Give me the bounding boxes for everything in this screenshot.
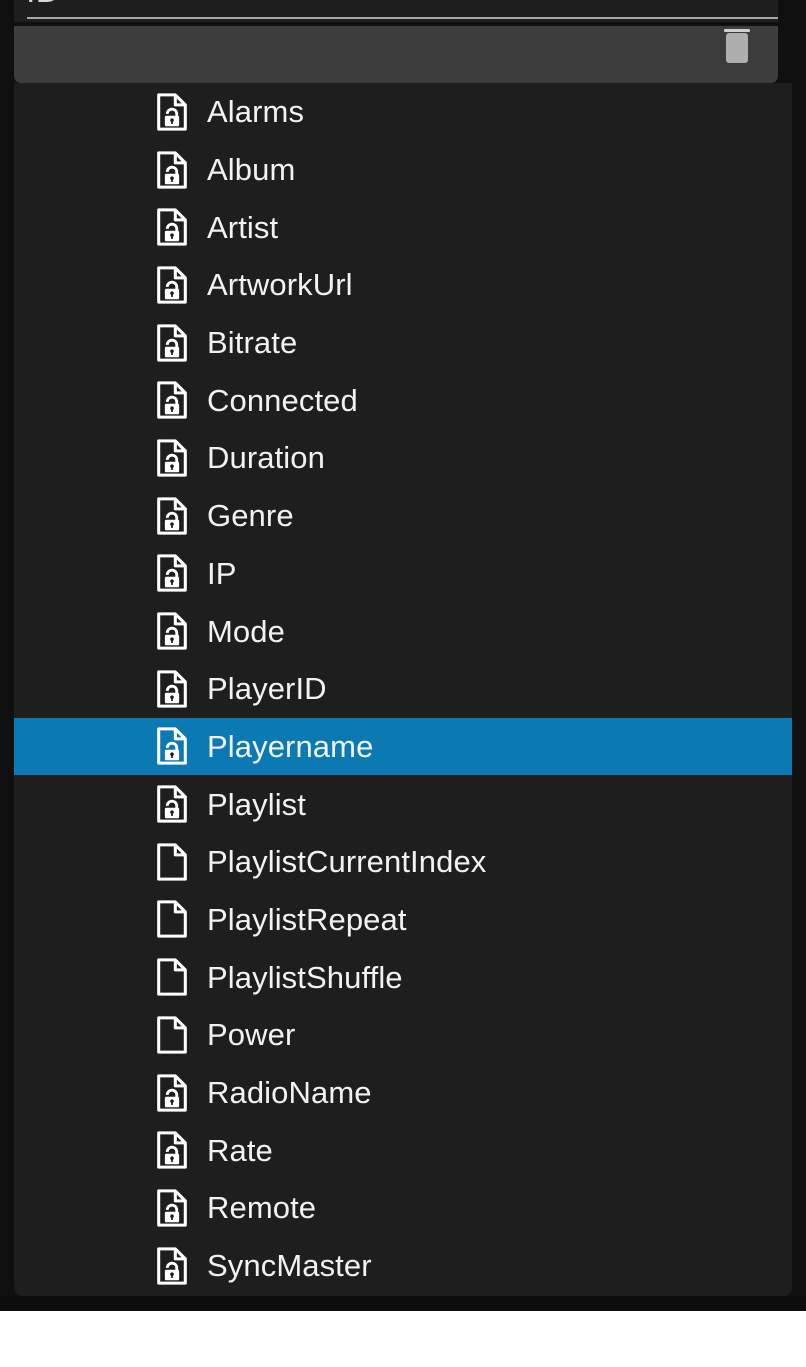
list-item[interactable]: ArtworkUrl	[14, 256, 792, 314]
list-item-label: PlaylistShuffle	[207, 959, 403, 995]
list-item-label: Playername	[207, 728, 374, 764]
list-item-label: Bitrate	[207, 325, 298, 361]
document-icon	[157, 843, 187, 881]
document-lock-icon	[157, 727, 187, 766]
document-icon	[157, 900, 187, 939]
list-item-label: Album	[207, 152, 296, 188]
bottom-dark-strip	[0, 1296, 806, 1311]
list-item[interactable]: SyncMaster	[14, 1237, 792, 1295]
document-lock-icon	[157, 208, 187, 246]
document-lock-icon	[157, 1246, 187, 1285]
attribute-list[interactable]: Alarms Album Artist ArtworkUrl Bitrate Connec…	[14, 83, 792, 1296]
list-item[interactable]: Playername	[14, 717, 792, 776]
document-lock-icon	[157, 1189, 187, 1227]
document-lock-icon	[157, 93, 187, 131]
list-item-label: ArtworkUrl	[207, 267, 353, 303]
vertical-scrollbar[interactable]	[724, 29, 750, 63]
list-item[interactable]: Alarms	[14, 83, 792, 141]
list-item-label: Artist	[207, 209, 279, 245]
list-item-label: Power	[207, 1017, 296, 1053]
list-item-label: Alarms	[207, 94, 305, 130]
list-item[interactable]: Remote	[14, 1179, 792, 1237]
list-item-label: PlaylistCurrentIndex	[207, 844, 487, 880]
document-lock-icon	[157, 612, 187, 650]
list-item-label: Mode	[207, 613, 285, 649]
list-item-label: PlayerID	[207, 671, 327, 707]
document-icon	[157, 1016, 187, 1054]
attribute-list-panel: Alarms Album Artist ArtworkUrl Bitrate Connec…	[14, 83, 792, 1296]
document-icon	[157, 958, 187, 996]
list-item-label: Remote	[207, 1190, 317, 1226]
list-item-label: IP	[207, 555, 237, 591]
list-item[interactable]: Connected	[14, 371, 792, 429]
list-item[interactable]: PlaylistShuffle	[14, 948, 792, 1006]
list-item[interactable]: Playlist	[14, 775, 792, 833]
document-lock-icon	[157, 497, 187, 535]
list-item-label: Genre	[207, 498, 294, 534]
list-item[interactable]: PlaylistRepeat	[14, 891, 792, 949]
list-item[interactable]: Artist	[14, 198, 792, 256]
document-lock-icon	[157, 554, 187, 592]
list-item[interactable]: Album	[14, 141, 792, 199]
list-item[interactable]: IP	[14, 545, 792, 603]
list-item-label: Duration	[207, 440, 325, 476]
list-item-label: RadioName	[207, 1075, 372, 1111]
document-lock-icon	[157, 785, 187, 823]
document-lock-icon	[157, 150, 187, 189]
document-lock-icon	[157, 670, 187, 708]
list-item-label: Connected	[207, 382, 358, 418]
list-item[interactable]: Mode	[14, 602, 792, 660]
document-lock-icon	[157, 323, 187, 362]
document-lock-icon	[157, 1131, 187, 1169]
list-item-label: PlaylistRepeat	[207, 901, 407, 937]
header-underline-divider	[27, 17, 778, 19]
list-item[interactable]: Genre	[14, 487, 792, 545]
list-item-label: SyncMaster	[207, 1248, 372, 1284]
document-lock-icon	[157, 439, 187, 477]
list-item[interactable]: RadioName	[14, 1064, 792, 1122]
document-lock-icon	[157, 266, 187, 304]
list-item-label: Rate	[207, 1132, 273, 1168]
list-item[interactable]: PlayerID	[14, 660, 792, 718]
list-item[interactable]: Bitrate	[14, 314, 792, 372]
list-item[interactable]: Rate	[14, 1121, 792, 1179]
document-lock-icon	[157, 381, 187, 419]
scrollbar-thumb[interactable]	[726, 33, 748, 63]
list-item[interactable]: PlaylistCurrentIndex	[14, 833, 792, 891]
list-item[interactable]: Duration	[14, 429, 792, 487]
app-window: ID Alarms Album Artist ArtworkUrl Bitrate Con…	[0, 0, 806, 1311]
document-lock-icon	[157, 1073, 187, 1112]
cut-off-header-text: ID	[26, 0, 60, 11]
list-item[interactable]: Power	[14, 1006, 792, 1064]
scrollbar-track-cap	[724, 29, 750, 32]
page-white-area	[0, 1311, 806, 1367]
list-item-label: Playlist	[207, 786, 306, 822]
selection-header-panel[interactable]	[14, 26, 778, 83]
